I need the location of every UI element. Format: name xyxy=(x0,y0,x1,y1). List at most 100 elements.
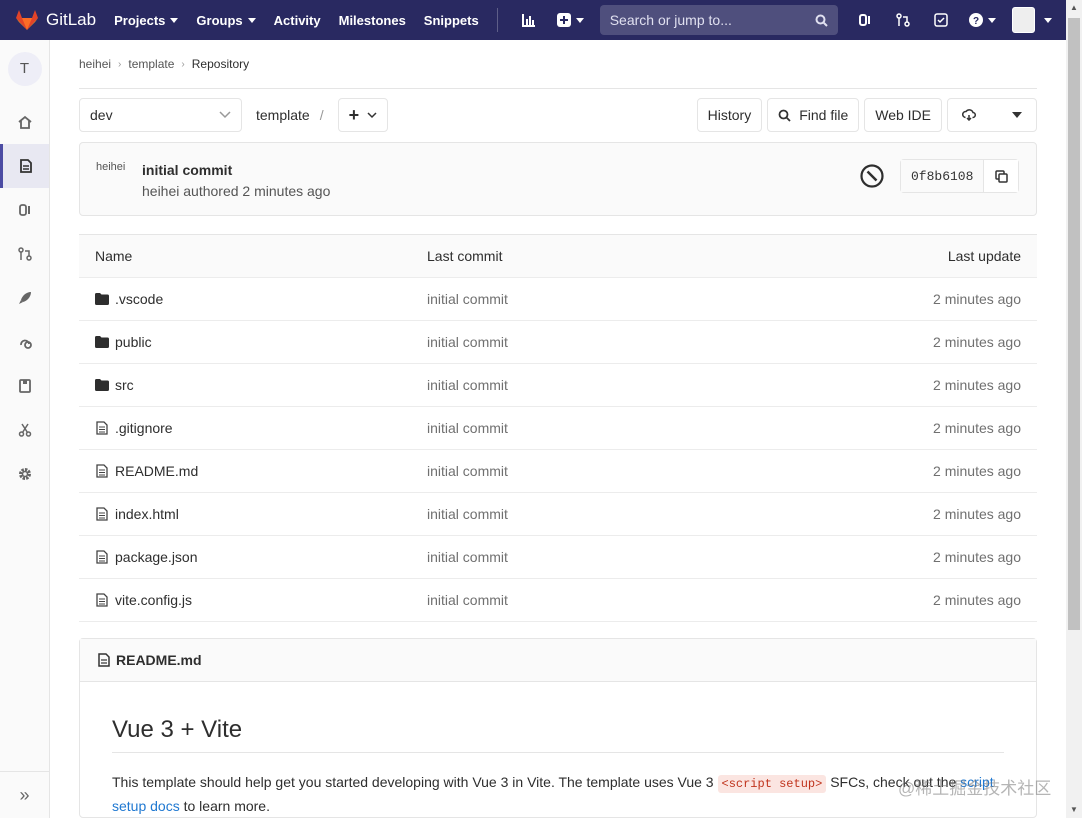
search-icon xyxy=(815,14,828,27)
merge-request-icon[interactable] xyxy=(890,7,916,33)
file-name[interactable]: index.html xyxy=(115,506,179,522)
gitlab-logo[interactable]: GitLab xyxy=(16,10,96,30)
breadcrumb-current[interactable]: Repository xyxy=(192,57,249,71)
gitlab-tanuki-icon xyxy=(16,10,38,30)
download-dropdown[interactable] xyxy=(947,98,1037,132)
home-icon[interactable] xyxy=(0,100,49,144)
issues-icon[interactable] xyxy=(852,7,878,33)
scroll-up-arrow-icon[interactable]: ▲ xyxy=(1066,0,1082,16)
file-name-cell[interactable]: index.html xyxy=(95,506,179,522)
commit-meta: heihei authored 2 minutes ago xyxy=(142,183,330,199)
last-commit-cell[interactable]: initial commit xyxy=(427,334,508,350)
wiki-icon[interactable] xyxy=(0,364,49,408)
file-name[interactable]: README.md xyxy=(115,463,198,479)
add-file-dropdown[interactable]: + xyxy=(337,98,389,132)
commit-title[interactable]: initial commit xyxy=(142,162,232,178)
nav-projects-label: Projects xyxy=(114,12,166,28)
settings-gear-icon[interactable] xyxy=(0,452,49,496)
chart-icon[interactable] xyxy=(516,7,542,33)
file-name-cell[interactable]: src xyxy=(95,377,134,393)
scroll-down-arrow-icon[interactable]: ▼ xyxy=(1066,802,1082,818)
last-commit-cell[interactable]: initial commit xyxy=(427,377,508,393)
readme-body: Vue 3 + Vite This template should help g… xyxy=(80,682,1036,817)
table-row[interactable]: index.html initial commit 2 minutes ago xyxy=(79,493,1037,536)
file-icon xyxy=(95,550,109,564)
readme-heading: Vue 3 + Vite xyxy=(112,682,1004,753)
file-name[interactable]: .vscode xyxy=(115,291,163,307)
caret-down-icon xyxy=(1012,112,1022,118)
todo-icon[interactable] xyxy=(928,7,954,33)
readme-filename[interactable]: README.md xyxy=(116,652,202,668)
history-button[interactable]: History xyxy=(696,98,763,132)
issues-sidebar-icon[interactable] xyxy=(0,188,49,232)
nav-activity[interactable]: Activity xyxy=(274,13,321,28)
header-last-update: Last update xyxy=(947,248,1021,264)
file-name-cell[interactable]: .gitignore xyxy=(95,420,173,436)
breadcrumb-group[interactable]: heihei xyxy=(79,57,111,71)
breadcrumb-project[interactable]: template xyxy=(128,57,174,71)
table-row[interactable]: vite.config.js initial commit 2 minutes ag… xyxy=(79,579,1037,622)
nav-snippets[interactable]: Snippets xyxy=(424,13,479,28)
file-name-cell[interactable]: vite.config.js xyxy=(95,592,192,608)
rocket-icon[interactable] xyxy=(0,276,49,320)
repository-icon[interactable] xyxy=(0,144,49,188)
file-name-cell[interactable]: package.json xyxy=(95,549,198,565)
file-name[interactable]: package.json xyxy=(115,549,198,565)
nav-milestones[interactable]: Milestones xyxy=(339,13,406,28)
last-commit-cell[interactable]: initial commit xyxy=(427,549,508,565)
last-commit-cell[interactable]: initial commit xyxy=(427,420,508,436)
chevron-down-icon xyxy=(247,17,256,23)
commit-sha[interactable]: 0f8b6108 xyxy=(901,160,985,192)
file-name[interactable]: .gitignore xyxy=(115,420,173,436)
svg-text:?: ? xyxy=(973,16,979,27)
readme-paragraph: This template should help get you starte… xyxy=(112,771,1004,817)
snippets-icon[interactable] xyxy=(0,408,49,452)
collapse-sidebar-icon[interactable]: » xyxy=(0,771,49,818)
branch-selector[interactable]: dev xyxy=(79,98,242,132)
brand-name: GitLab xyxy=(46,10,97,29)
merge-requests-icon[interactable] xyxy=(0,232,49,276)
search-input[interactable]: Search or jump to... xyxy=(599,5,838,35)
nav-projects[interactable]: Projects xyxy=(114,12,179,28)
last-update-cell: 2 minutes ago xyxy=(933,291,1021,307)
file-name[interactable]: src xyxy=(115,377,134,393)
table-row[interactable]: public initial commit 2 minutes ago xyxy=(79,321,1037,364)
file-name-cell[interactable]: .vscode xyxy=(95,291,163,307)
nav-groups[interactable]: Groups xyxy=(196,13,256,28)
copy-sha-button[interactable] xyxy=(984,160,1019,192)
commit-author[interactable]: heihei xyxy=(142,183,179,199)
file-icon xyxy=(95,421,109,435)
new-item-icon[interactable] xyxy=(554,7,588,33)
page-scrollbar[interactable]: ▲ ▼ xyxy=(1066,0,1082,818)
file-name[interactable]: vite.config.js xyxy=(115,592,192,608)
file-name-cell[interactable]: README.md xyxy=(95,463,198,479)
last-commit-cell[interactable]: initial commit xyxy=(427,592,508,608)
path-root[interactable]: template xyxy=(256,107,310,123)
table-row[interactable]: src initial commit 2 minutes ago xyxy=(79,364,1037,407)
last-update-cell: 2 minutes ago xyxy=(933,334,1021,350)
folder-icon xyxy=(95,293,109,305)
table-row[interactable]: package.json initial commit 2 minutes ago xyxy=(79,536,1037,579)
table-row[interactable]: .vscode initial commit 2 minutes ago xyxy=(79,278,1037,321)
last-commit-cell[interactable]: initial commit xyxy=(427,291,508,307)
file-name[interactable]: public xyxy=(115,334,152,350)
help-icon[interactable]: ? xyxy=(966,7,1000,33)
table-row[interactable]: README.md initial commit 2 minutes ago xyxy=(79,450,1037,493)
file-icon xyxy=(95,464,109,478)
table-row[interactable]: .gitignore initial commit 2 minutes ago xyxy=(79,407,1037,450)
last-commit-cell[interactable]: initial commit xyxy=(427,506,508,522)
scroll-thumb[interactable] xyxy=(1068,18,1080,630)
chevron-down-icon xyxy=(988,17,997,23)
nav-divider xyxy=(496,8,498,32)
commit-author-avatar[interactable]: heihei xyxy=(96,161,130,195)
project-avatar[interactable]: T xyxy=(7,52,42,86)
last-commit-cell[interactable]: initial commit xyxy=(427,463,508,479)
operations-icon[interactable] xyxy=(0,320,49,364)
top-navbar: GitLab Projects Groups Activity Mileston… xyxy=(0,0,1066,40)
user-menu[interactable] xyxy=(1011,7,1052,33)
user-avatar xyxy=(1011,7,1035,33)
pipeline-status-icon[interactable] xyxy=(860,164,884,188)
web-ide-button[interactable]: Web IDE xyxy=(864,98,942,132)
file-name-cell[interactable]: public xyxy=(95,334,152,350)
find-file-button[interactable]: Find file xyxy=(767,98,860,132)
